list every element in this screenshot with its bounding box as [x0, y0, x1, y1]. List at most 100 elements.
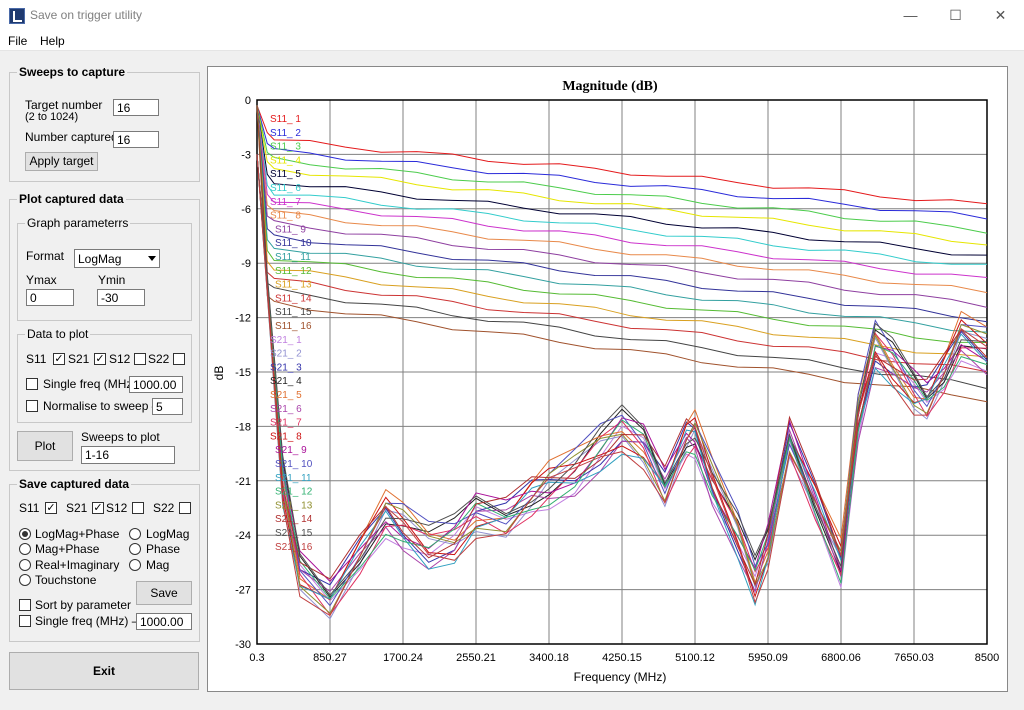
radio-mag-phase[interactable]	[19, 543, 31, 555]
graph-parameters-group: Graph parameterrs Format LogMag Ymax Ymi…	[17, 216, 192, 321]
legend-item: S11_ 15	[275, 307, 312, 318]
plot-s11-checkbox[interactable]: ✓	[53, 353, 65, 365]
title-bar: Save on trigger utility — ☐ ✕	[0, 0, 1024, 31]
close-button[interactable]: ✕	[978, 0, 1023, 31]
ymin-label: Ymin	[98, 273, 126, 287]
legend-item: S21_ 10	[275, 459, 313, 470]
graph-parameters-title: Graph parameterrs	[25, 216, 131, 230]
ymax-label: Ymax	[26, 273, 57, 287]
radio-logmag-phase[interactable]	[19, 528, 31, 540]
plot-single-freq-checkbox[interactable]	[26, 378, 38, 390]
radio-mag[interactable]	[129, 559, 141, 571]
chevron-down-icon	[148, 256, 156, 261]
menu-help[interactable]: Help	[40, 34, 65, 48]
radio-phase[interactable]	[129, 543, 141, 555]
sort-by-parameter-checkbox[interactable]	[19, 599, 31, 611]
save-s22-label: S22	[153, 501, 175, 515]
radio-touchstone[interactable]	[19, 574, 31, 586]
y-tick-label: 0	[245, 95, 251, 107]
minimize-button[interactable]: —	[888, 0, 933, 31]
y-tick-label: -27	[235, 585, 251, 597]
format-label: Format	[26, 249, 65, 263]
legend-item: S11_ 12	[275, 266, 312, 277]
legend-item: S21_ 14	[275, 514, 313, 525]
save-s11-label: S11	[19, 501, 40, 515]
legend-item: S11_ 1	[270, 114, 301, 125]
legend-item: S21_ 12	[275, 487, 313, 498]
format-select-value: LogMag	[78, 252, 122, 266]
save-s21-checkbox[interactable]: ✓	[92, 502, 104, 514]
radio-logmag[interactable]	[129, 528, 141, 540]
legend-item: S21_ 1	[270, 335, 302, 346]
legend-item: S11_ 13	[275, 280, 312, 291]
legend-item: S11_ 3	[270, 142, 301, 153]
legend-item: S11_ 8	[270, 211, 301, 222]
legend-item: S21_ 7	[270, 418, 302, 429]
radio-touchstone-label: Touchstone	[35, 573, 97, 587]
save-s22-checkbox[interactable]	[179, 502, 191, 514]
plot-s22-checkbox[interactable]	[173, 353, 185, 365]
menu-file[interactable]: File	[8, 34, 27, 48]
data-to-plot-group: Data to plot S11 ✓ S21 ✓ S12 S22 Single …	[17, 327, 192, 423]
legend-item: S21_ 16	[275, 542, 313, 553]
save-s12-label: S12	[106, 501, 128, 515]
y-tick-label: -12	[235, 313, 251, 325]
plot-button[interactable]: Plot	[17, 431, 73, 461]
plot-captured-data-title: Plot captured data	[17, 192, 126, 206]
plot-s22-label: S22	[148, 352, 170, 366]
plot-panel: Magnitude (dB) dB Frequency (MHz) 0.3 850…	[207, 66, 1008, 692]
normalise-input[interactable]: 5	[152, 398, 183, 415]
legend-item: S21_ 2	[270, 349, 302, 360]
target-range-label: (2 to 1024)	[25, 111, 79, 123]
sweeps-to-plot-label: Sweeps to plot	[81, 430, 160, 444]
format-select[interactable]: LogMag	[74, 249, 160, 268]
x-tick-label: 1700.24	[383, 652, 423, 664]
plot-s12-checkbox[interactable]	[134, 353, 146, 365]
legend-item: S21_ 13	[275, 500, 313, 511]
legend-item: S11_ 11	[275, 252, 311, 263]
chart-title: Magnitude (dB)	[562, 79, 658, 94]
x-tick-label: 8500	[975, 652, 999, 664]
legend-item: S21_ 6	[270, 404, 302, 415]
save-s11-checkbox[interactable]: ✓	[45, 502, 57, 514]
target-number-label: Target number	[25, 98, 103, 112]
normalise-checkbox[interactable]	[26, 400, 38, 412]
plot-s11-label: S11	[26, 352, 47, 366]
legend-item: S11_ 6	[270, 183, 301, 194]
x-tick-label: 6800.06	[821, 652, 861, 664]
radio-mag-phase-label: Mag+Phase	[35, 542, 100, 556]
plot-single-freq-label: Single freq (MHz)	[43, 377, 137, 391]
menu-divider	[0, 50, 1024, 51]
legend-item: S21_ 5	[270, 390, 302, 401]
save-single-freq-checkbox[interactable]	[19, 615, 31, 627]
radio-logmag-phase-label: LogMag+Phase	[35, 527, 120, 541]
sweeps-to-plot-input[interactable]: 1-16	[81, 446, 175, 464]
save-captured-data-title: Save captured data	[17, 477, 132, 491]
sweeps-to-capture-title: Sweeps to capture	[17, 65, 128, 79]
maximize-button[interactable]: ☐	[933, 0, 978, 31]
legend-item: S11_ 9	[275, 224, 306, 235]
save-single-freq-input[interactable]: 1000.00	[136, 613, 192, 630]
x-tick-label: 5100.12	[675, 652, 715, 664]
x-tick-label: 7650.03	[894, 652, 934, 664]
legend-item: S21_ 3	[270, 362, 302, 373]
legend-item: S11_ 10	[275, 238, 312, 249]
y-tick-label: -24	[235, 530, 251, 542]
x-tick-label: 5950.09	[748, 652, 788, 664]
exit-button[interactable]: Exit	[9, 652, 199, 690]
number-captured-input[interactable]: 16	[113, 131, 159, 148]
normalise-label: Normalise to sweep –	[43, 399, 159, 413]
x-tick-label: 850.27	[313, 652, 347, 664]
plot-s21-checkbox[interactable]: ✓	[94, 353, 106, 365]
apply-target-button[interactable]: Apply target	[25, 152, 98, 171]
ymax-input[interactable]: 0	[26, 289, 74, 306]
save-s12-checkbox[interactable]	[132, 502, 144, 514]
save-button[interactable]: Save	[136, 581, 192, 605]
legend-item: S21_ 11	[275, 473, 312, 484]
ymin-input[interactable]: -30	[97, 289, 145, 306]
target-number-input[interactable]: 16	[113, 99, 159, 116]
radio-real-imaginary[interactable]	[19, 559, 31, 571]
radio-real-imaginary-label: Real+Imaginary	[35, 558, 120, 572]
y-tick-label: -3	[241, 149, 251, 161]
plot-single-freq-input[interactable]: 1000.00	[129, 376, 183, 393]
